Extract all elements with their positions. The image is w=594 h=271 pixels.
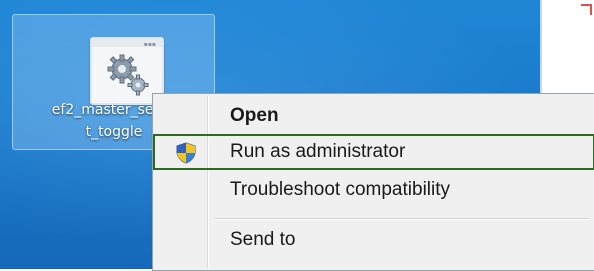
menu-item-send-to[interactable]: Send to — [153, 222, 594, 258]
gears-icon — [107, 54, 149, 96]
menu-item-open[interactable]: Open — [153, 98, 594, 134]
menu-item-label: Open — [230, 105, 279, 126]
menu-item-run-as-administrator[interactable]: Run as administrator — [153, 134, 594, 170]
menu-item-troubleshoot-compatibility[interactable]: Troubleshoot compatibility — [153, 172, 594, 208]
menu-item-label: Send to — [230, 229, 296, 250]
menu-item-label: Run as administrator — [230, 141, 406, 162]
menu-item-label: Troubleshoot compatibility — [230, 179, 451, 200]
context-menu: Open Run as administrator Troubleshoot c… — [152, 93, 594, 271]
window-corner-marker — [581, 4, 592, 15]
icon-titlebar-dots: ▪▪▪ — [143, 41, 156, 48]
uac-shield-icon — [176, 142, 196, 164]
menu-separator — [215, 218, 589, 220]
